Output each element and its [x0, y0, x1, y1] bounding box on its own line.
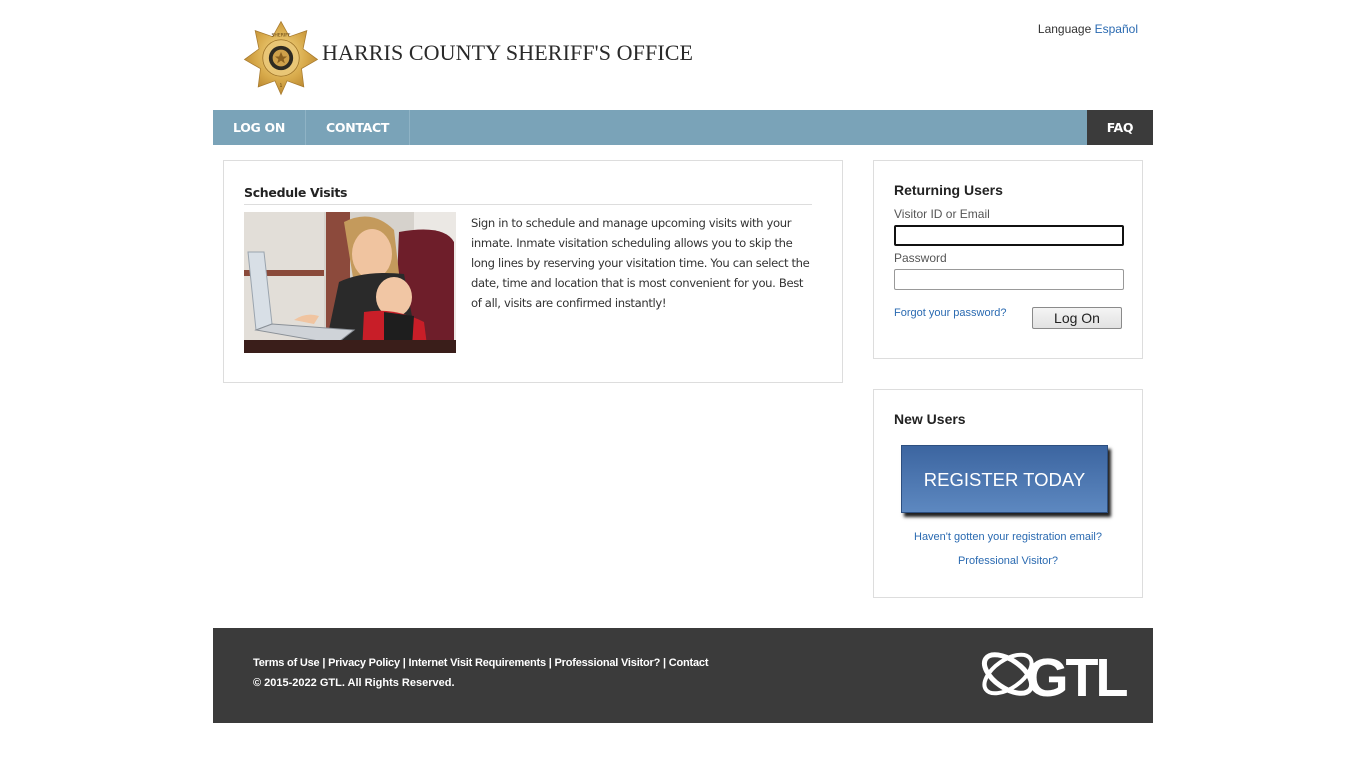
professional-visitor-link[interactable]: Professional Visitor? — [874, 555, 1142, 567]
svg-text:1: 1 — [280, 83, 283, 89]
language-link-espanol[interactable]: Español — [1095, 22, 1138, 36]
nav-log-on[interactable]: LOG ON — [213, 110, 307, 145]
footer-requirements-link[interactable]: Internet Visit Requirements — [408, 657, 546, 669]
language-label: Language — [1037, 22, 1092, 36]
new-users-panel: New Users REGISTER TODAY Haven't gotten … — [873, 389, 1143, 598]
nav-faq[interactable]: FAQ — [1087, 110, 1153, 145]
visitor-id-label: Visitor ID or Email — [894, 207, 990, 221]
log-on-button[interactable]: Log On — [1032, 307, 1122, 329]
schedule-visits-title: Schedule Visits — [244, 185, 812, 205]
footer-terms-link[interactable]: Terms of Use — [253, 657, 320, 669]
footer-separator: | — [545, 657, 555, 669]
register-today-button[interactable]: REGISTER TODAY — [901, 445, 1108, 513]
main-nav: LOG ON CONTACT FAQ — [213, 110, 1153, 145]
returning-users-title: Returning Users — [894, 182, 1003, 198]
footer-separator: | — [660, 657, 669, 669]
mother-baby-laptop-photo — [244, 212, 456, 353]
password-label: Password — [894, 251, 947, 265]
header: SHERIFF 1 HARRIS COUNTY SHERIFF'S OFFICE… — [213, 0, 1153, 110]
language-selector: Language Español — [1038, 22, 1138, 36]
schedule-visits-panel: Schedule Visits Sign in to schedule and … — [223, 160, 843, 383]
page: SHERIFF 1 HARRIS COUNTY SHERIFF'S OFFICE… — [213, 0, 1153, 723]
registration-email-link[interactable]: Haven't gotten your registration email? — [874, 531, 1142, 543]
schedule-visits-description: Sign in to schedule and manage upcoming … — [471, 216, 810, 310]
password-input[interactable] — [894, 269, 1124, 290]
visitor-id-input[interactable] — [894, 225, 1124, 246]
footer-separator: | — [319, 657, 329, 669]
footer: Terms of Use | Privacy Policy | Internet… — [213, 628, 1153, 723]
nav-contact[interactable]: CONTACT — [306, 110, 411, 145]
gtl-logo: GTL — [981, 648, 1130, 704]
footer-links: Terms of Use | Privacy Policy | Internet… — [253, 657, 708, 669]
footer-privacy-link[interactable]: Privacy Policy — [328, 657, 400, 669]
new-users-title: New Users — [894, 411, 966, 427]
copyright: © 2015-2022 GTL. All Rights Reserved. — [253, 677, 455, 689]
footer-professional-visitor-link[interactable]: Professional Visitor? — [555, 657, 661, 669]
gtl-logo-text: GTL — [1027, 648, 1128, 704]
forgot-password-link[interactable]: Forgot your password? — [894, 307, 1007, 319]
site-title: HARRIS COUNTY SHERIFF'S OFFICE — [322, 40, 694, 65]
sheriff-badge-icon: SHERIFF 1 — [243, 20, 319, 96]
returning-users-panel: Returning Users Visitor ID or Email Pass… — [873, 160, 1143, 359]
footer-contact-link[interactable]: Contact — [669, 657, 709, 669]
svg-text:SHERIFF: SHERIFF — [272, 33, 291, 39]
